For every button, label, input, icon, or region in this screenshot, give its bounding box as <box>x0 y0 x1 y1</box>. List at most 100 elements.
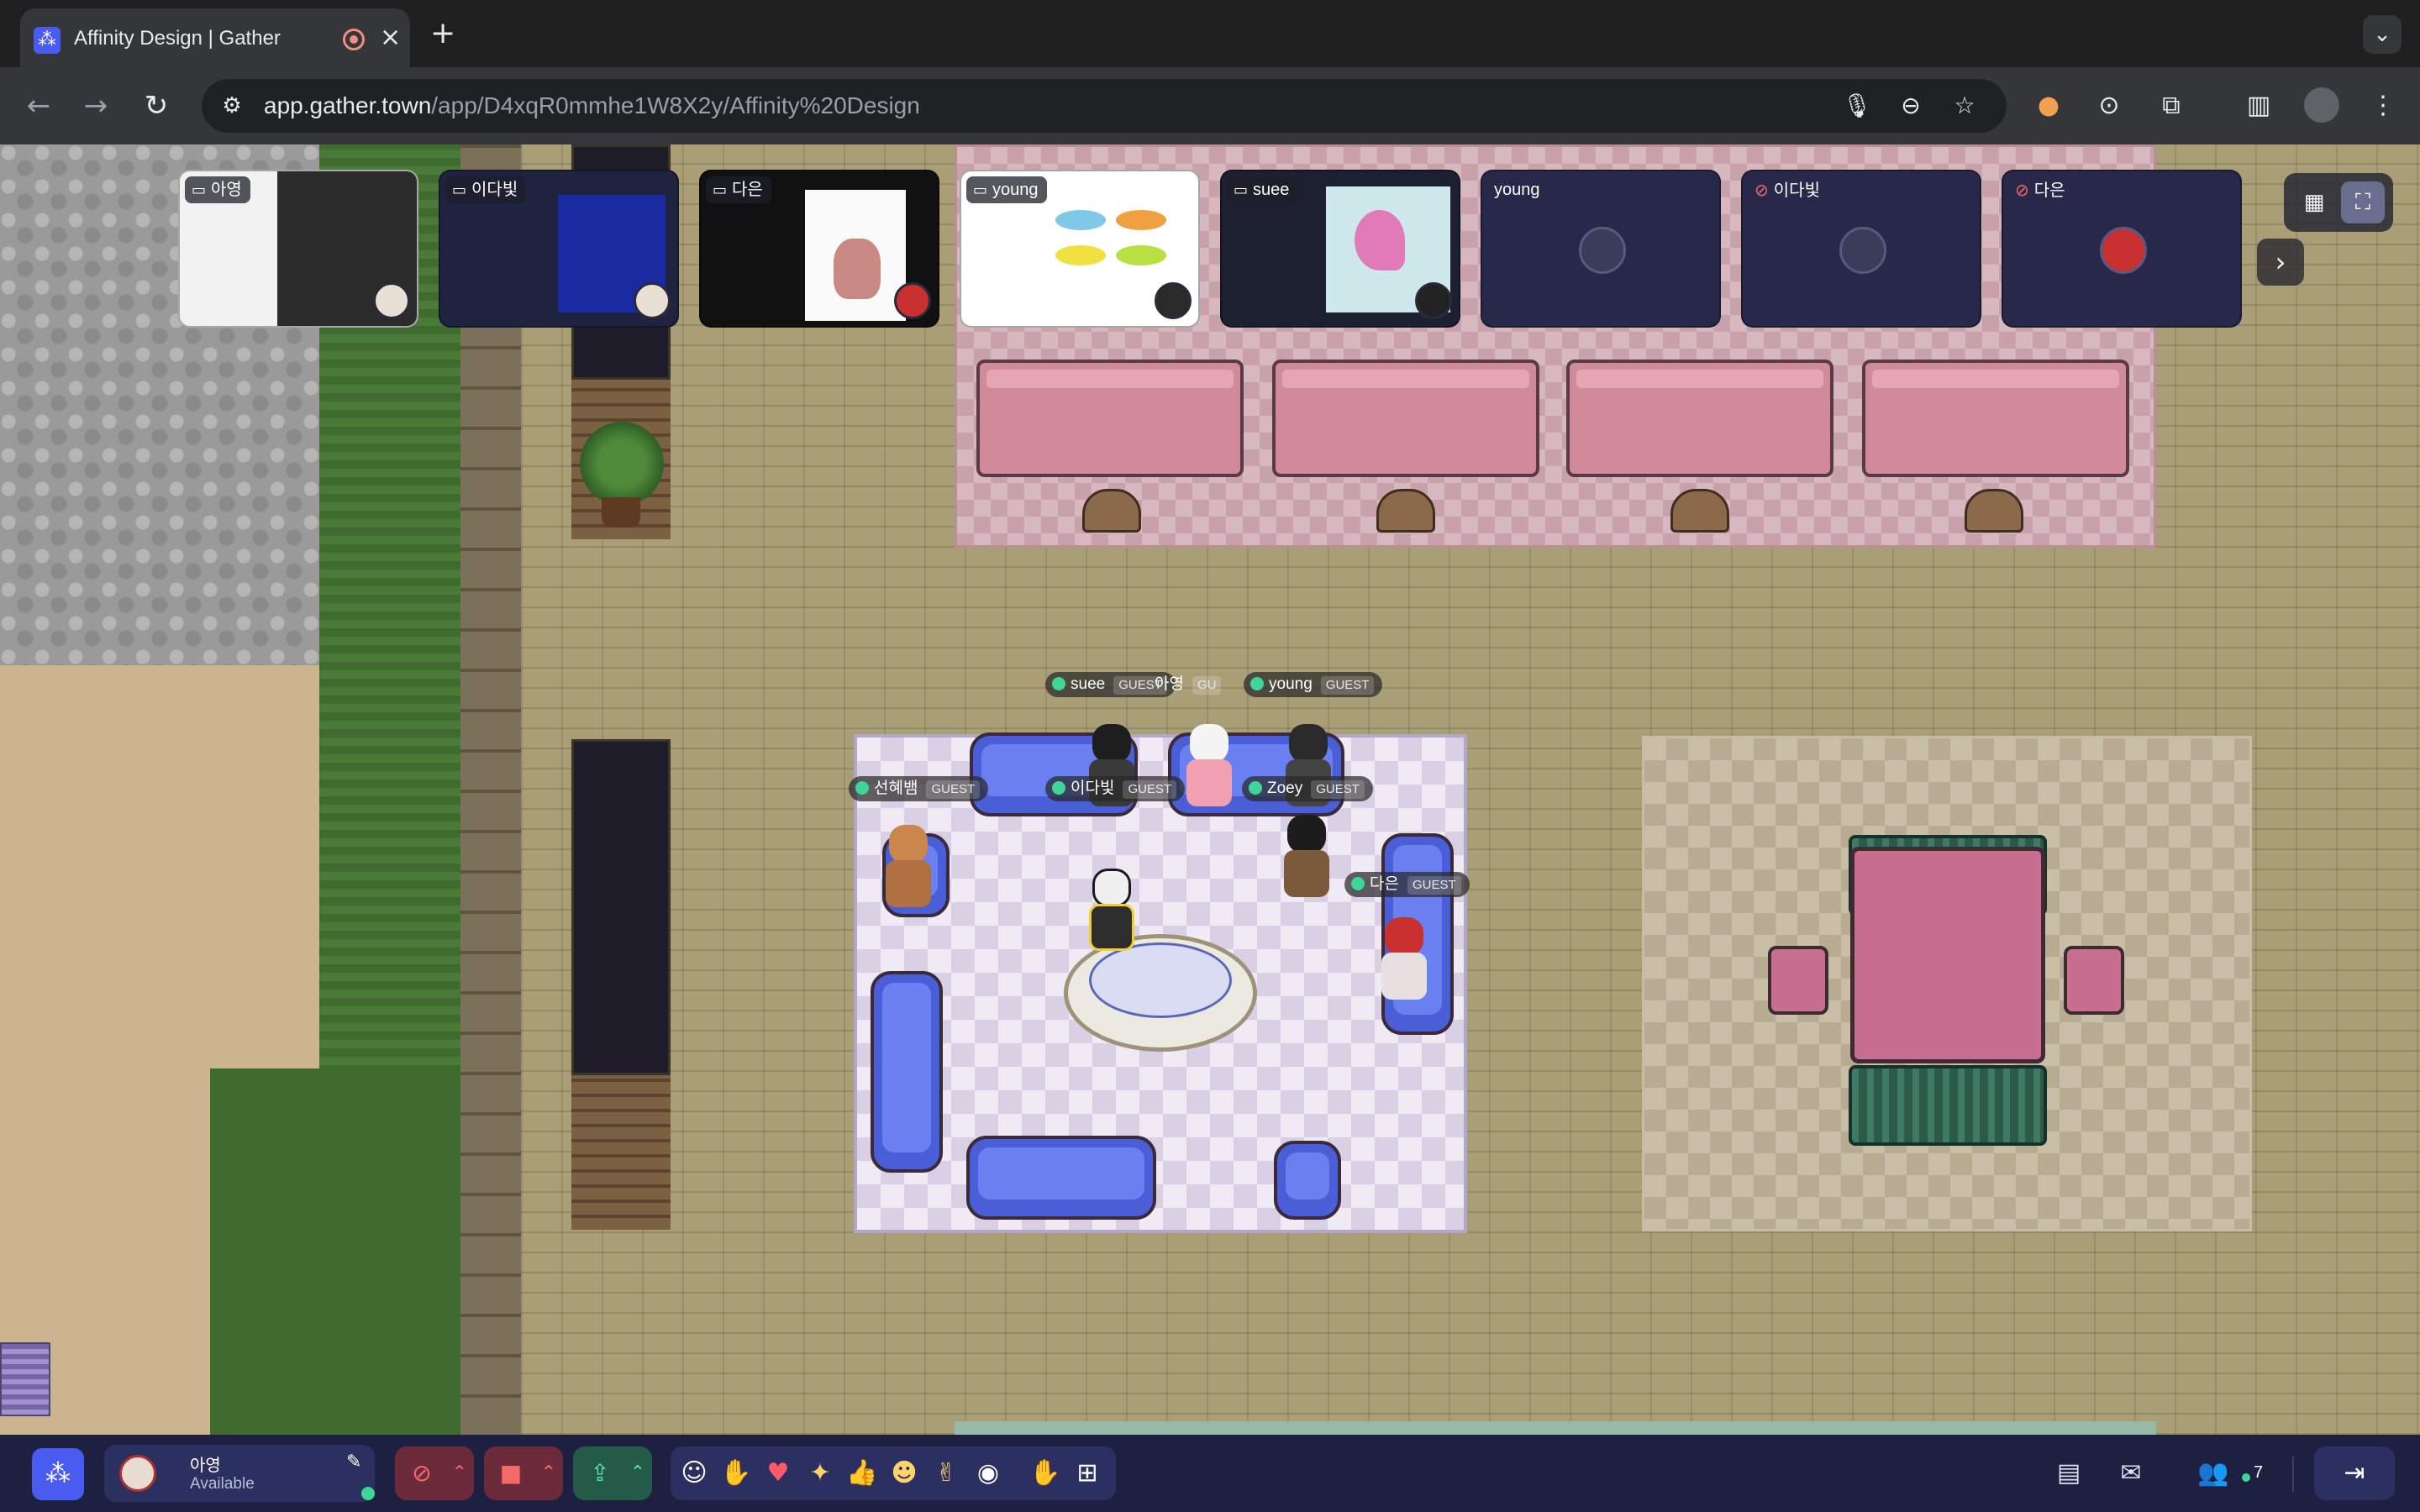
reload-button[interactable]: ↻ <box>134 84 178 128</box>
chevron-up-icon[interactable]: ⌃ <box>452 1458 467 1488</box>
my-status: Available <box>190 1475 255 1493</box>
screen-share-icon: ▭ <box>973 181 988 199</box>
online-status-dot <box>1052 677 1065 690</box>
blue-armchair <box>1274 1141 1341 1220</box>
site-settings-icon[interactable]: ⚙ <box>217 91 247 121</box>
avatar-suee[interactable] <box>1082 724 1141 816</box>
extension-icon[interactable]: ● <box>2028 86 2069 126</box>
tile-name: 다은 <box>732 181 763 199</box>
forward-button[interactable]: → <box>74 84 118 128</box>
extensions-puzzle-icon[interactable]: ⧉ <box>2151 86 2191 126</box>
avatar-body <box>1381 953 1427 1000</box>
avatar-ayoung[interactable] <box>1180 724 1239 816</box>
emoji-picker-icon[interactable]: ☺ <box>676 1455 713 1492</box>
avatar-zoey[interactable] <box>1277 815 1336 907</box>
screen-share-tile[interactable]: ▭ 다은 <box>699 170 939 328</box>
thumbs-up-emoji-icon[interactable]: 👍 <box>844 1455 881 1492</box>
browser-tab-active[interactable]: ⁂ Affinity Design | Gather × <box>20 8 410 67</box>
tile-label: ▭ 다은 <box>706 176 771 203</box>
fish-drawing <box>1055 245 1106 265</box>
video-tile[interactable]: young <box>1481 170 1721 328</box>
name-tag-seonhye: 선혜뱀 GUEST <box>849 776 989 801</box>
video-tile[interactable]: ⊘ 이다빛 <box>1741 170 1981 328</box>
avatar-daeun[interactable] <box>1375 917 1434 1010</box>
guest-badge: GUEST <box>1320 676 1375 695</box>
tile-name: young <box>992 181 1039 199</box>
heart-emoji-icon[interactable]: ♥ <box>760 1455 797 1492</box>
bookmark-star-icon[interactable]: ☆ <box>1948 89 1981 123</box>
tile-avatar <box>2100 227 2147 274</box>
game-map[interactable]: suee GUEST 아영 GU young GUEST 선혜뱀 GUEST 이다빛 GU… <box>0 144 2420 1435</box>
grass-corner <box>210 1068 462 1435</box>
my-avatar <box>119 1455 156 1492</box>
tile-name: 이다빛 <box>1773 181 1820 200</box>
tile-label: ▭ suee <box>1227 176 1298 203</box>
fish-drawing <box>1116 210 1166 230</box>
browser-menu-icon[interactable]: ⋮ <box>2363 86 2403 126</box>
drawing-figure <box>834 239 881 299</box>
screen-share-icon: ⇪ <box>590 1459 610 1487</box>
tile-avatar <box>373 282 410 319</box>
screen-share-tile[interactable]: ▭ 이다빛 <box>439 170 679 328</box>
wave-emoji-icon[interactable]: ✋ <box>718 1455 755 1492</box>
pink-chair <box>1768 946 1828 1015</box>
pink-desk <box>1272 360 1539 477</box>
pink-dining-table <box>1850 847 2045 1063</box>
screen-share-tile[interactable]: ▭ young <box>960 170 1200 328</box>
divider <box>2292 1457 2294 1492</box>
more-actions-icon[interactable]: ⊞ <box>1069 1455 1106 1492</box>
back-button[interactable]: ← <box>17 84 60 128</box>
name-tag-idabit: 이다빛 GUEST <box>1045 776 1186 801</box>
camera-toggle[interactable]: ■ ⌃ <box>484 1446 563 1500</box>
microphone-icon[interactable]: 🎙 <box>1840 89 1874 123</box>
screen-share-icon: ▭ <box>1234 181 1249 199</box>
wooden-stool <box>1670 489 1729 533</box>
chevron-up-icon[interactable]: ⌃ <box>630 1458 645 1488</box>
side-panel-icon[interactable]: ▥ <box>2238 86 2279 126</box>
player-name: young <box>1269 675 1313 693</box>
zoom-icon[interactable]: ⊖ <box>1894 89 1928 123</box>
tile-name: young <box>1494 181 1540 199</box>
tile-avatar <box>894 282 931 319</box>
laugh-emoji-icon[interactable]: ☻ <box>886 1455 923 1492</box>
my-profile-card[interactable]: 아영 Available ✎ <box>104 1445 375 1502</box>
map-view-icon[interactable]: ⛶ <box>2341 181 2385 223</box>
guest-badge: GUEST <box>1407 876 1461 895</box>
participants-icon[interactable]: 👥 <box>2188 1453 2238 1494</box>
stone-wall <box>460 144 521 1435</box>
leave-space-button[interactable]: ⇥ <box>2314 1446 2395 1500</box>
screen-share-toggle[interactable]: ⇪ ⌃ <box>573 1446 652 1500</box>
video-tile[interactable]: ⊘ 다은 <box>2002 170 2242 328</box>
new-tab-button[interactable]: + <box>430 17 455 50</box>
screen-share-tile[interactable]: ▭ 아영 <box>178 170 418 328</box>
panda-emoji-icon[interactable]: ◉ <box>970 1455 1007 1492</box>
tiles-next-arrow-icon[interactable]: › <box>2257 239 2304 286</box>
camera-extension-icon[interactable]: ⊙ <box>2089 86 2129 126</box>
avatar-body <box>886 860 931 907</box>
chat-icon[interactable]: ✉ <box>2111 1453 2151 1494</box>
avatar-head <box>1385 917 1423 956</box>
screen-share-tile[interactable]: ▭ suee <box>1220 170 1460 328</box>
tab-close-icon[interactable]: × <box>380 24 401 52</box>
calendar-icon[interactable]: ▤ <box>2049 1453 2089 1494</box>
edit-pencil-icon[interactable]: ✎ <box>346 1452 361 1473</box>
grid-view-icon[interactable]: ▦ <box>2292 181 2336 223</box>
address-bar[interactable]: ⚙ app.gather.town/app/D4xqR0mmhe1W8X2y/A… <box>202 79 2007 133</box>
tile-avatar <box>1155 282 1192 319</box>
avatar-body <box>1089 904 1134 951</box>
tab-search-button[interactable]: ⌄ <box>2363 15 2402 54</box>
profile-avatar[interactable] <box>2304 87 2339 123</box>
tile-avatar <box>1579 227 1626 274</box>
clap-emoji-icon[interactable]: ✌ <box>928 1455 965 1492</box>
chevron-up-icon[interactable]: ⌃ <box>541 1458 556 1488</box>
gather-menu-icon[interactable]: ⁂ <box>32 1448 84 1500</box>
microphone-toggle[interactable]: ⊘ ⌃ <box>395 1446 474 1500</box>
guest-badge: GUEST <box>926 780 981 799</box>
party-emoji-icon[interactable]: ✦ <box>802 1455 839 1492</box>
fish-drawing <box>1055 210 1106 230</box>
raise-hand-icon[interactable]: ✋ <box>1027 1455 1064 1492</box>
avatar-idabit-self[interactable] <box>1082 869 1141 961</box>
avatar-young[interactable] <box>1279 724 1338 816</box>
wooden-stool <box>1965 489 2023 533</box>
avatar-seonhye[interactable] <box>879 825 938 917</box>
